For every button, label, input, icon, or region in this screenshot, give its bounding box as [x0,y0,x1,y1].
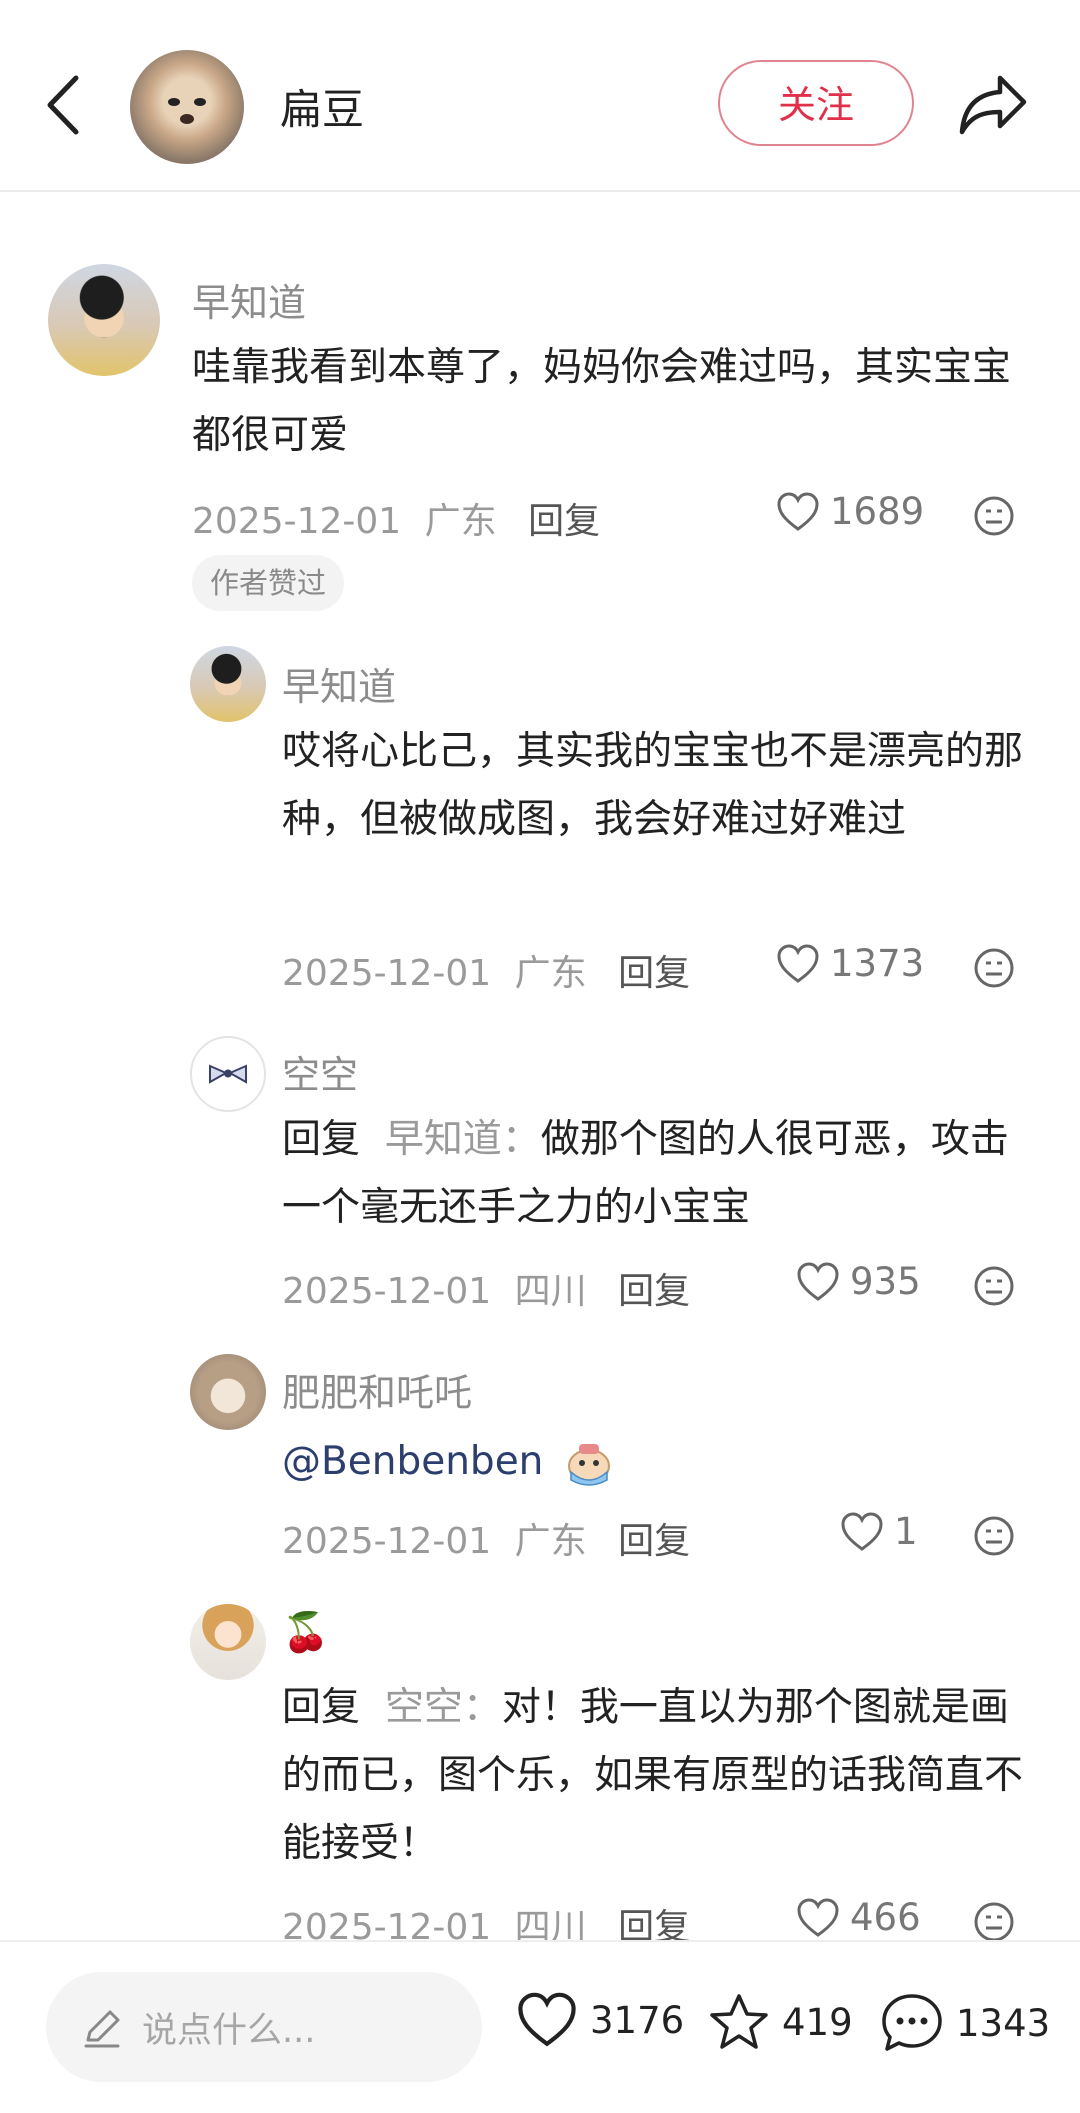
like-button[interactable]: 466 [796,1896,921,1939]
comment-date: 2025-12-01 [192,501,402,542]
author-liked-badge: 作者赞过 [192,555,345,611]
reply-target-name[interactable]: 早知道： [385,1117,541,1162]
commenter-name[interactable]: 🍒 [282,1610,329,1655]
comment-text[interactable]: 哇靠我看到本尊了，妈妈你会难过吗，其实宝宝都很可爱 [192,334,1042,470]
dislike-icon[interactable] [973,1265,1015,1307]
like-count: 466 [850,1896,921,1939]
like-count: 1689 [830,490,925,533]
heart-icon [777,491,819,531]
comment-text[interactable]: @Benbenben [282,1428,1042,1496]
heart-icon [777,943,819,983]
share-icon[interactable] [956,70,1030,140]
post-like-count: 3176 [590,1998,685,2042]
like-count: 935 [850,1260,921,1303]
comment-location: 四川 [514,1271,587,1312]
post-favorite-count: 419 [782,2000,853,2044]
like-button[interactable]: 1 [840,1510,918,1553]
commenter-avatar[interactable] [48,264,160,376]
commenter-name[interactable]: 肥肥和吒吒 [282,1362,472,1417]
comment-location: 广东 [514,1521,587,1562]
reply-button[interactable]: 回复 [528,501,600,542]
comment-input-placeholder: 说点什么... [142,2011,316,2051]
comment-location: 广东 [424,501,497,542]
reply-prefix: 回复 [282,1117,361,1162]
heart-icon [841,1511,883,1551]
comment-bubble-icon [882,1994,942,2051]
dislike-icon[interactable] [973,495,1015,537]
dislike-icon[interactable] [973,1515,1015,1557]
comment-meta: 2025-12-01 广东 回复 [192,492,600,544]
reply-prefix: 回复 [282,1685,361,1730]
mention-link[interactable]: @Benbenben [282,1428,543,1496]
heart-icon [797,1261,839,1301]
comment-location: 广东 [514,953,587,994]
follow-button[interactable]: 关注 [718,60,914,146]
reply-button[interactable]: 回复 [618,953,690,994]
commenter-avatar[interactable] [190,1036,266,1112]
bow-icon [209,1064,247,1084]
heart-icon [797,1897,839,1937]
comment-meta: 2025-12-01 四川 回复 [282,1262,690,1314]
commenter-avatar[interactable] [190,1604,266,1680]
post-favorite-button[interactable]: 419 [708,1992,853,2052]
comment-date: 2025-12-01 [282,1271,492,1312]
back-arrow-icon[interactable] [40,70,90,140]
reply-target-name[interactable]: 空空： [385,1685,502,1730]
comment-date: 2025-12-01 [282,1521,492,1562]
crying-emoji-icon [568,1444,611,1486]
comment-meta: 2025-12-01 广东 回复 [282,1512,690,1564]
commenter-name[interactable]: 空空 [282,1044,358,1099]
post-like-button[interactable]: 3176 [516,1992,684,2048]
dislike-icon[interactable] [973,1901,1015,1943]
like-button[interactable]: 935 [796,1260,921,1303]
bottom-action-bar: 说点什么... 3176 419 1343 [0,1940,1080,2113]
like-count: 1 [894,1510,918,1553]
like-count: 1373 [830,942,925,985]
like-button[interactable]: 1689 [776,490,924,533]
reply-button[interactable]: 回复 [618,1271,690,1312]
heart-icon [518,1992,576,2047]
comment-text[interactable]: 回复 空空：对！我一直以为那个图就是画的而已，图个乐，如果有原型的话我简直不能接… [282,1674,1042,1878]
author-name[interactable]: 扁豆 [280,76,364,137]
comment-meta: 2025-12-01 广东 回复 [282,944,690,996]
comment-text[interactable]: 哎将心比己，其实我的宝宝也不是漂亮的那种，但被做成图，我会好难过好难过 [282,718,1042,854]
commenter-avatar[interactable] [190,1354,266,1430]
comment-text[interactable]: 回复 早知道：做那个图的人很可恶，攻击一个毫无还手之力的小宝宝 [282,1106,1042,1242]
comment-input[interactable]: 说点什么... [46,1972,482,2082]
pencil-icon [84,2010,120,2048]
post-comment-button[interactable]: 1343 [880,1992,1050,2054]
like-button[interactable]: 1373 [776,942,924,985]
commenter-name[interactable]: 早知道 [192,272,306,327]
post-comment-count: 1343 [956,2001,1051,2045]
dislike-icon[interactable] [973,947,1015,989]
commenter-name[interactable]: 早知道 [282,656,396,711]
commenter-avatar[interactable] [190,646,266,722]
author-avatar[interactable] [130,50,244,164]
star-icon [710,1994,768,2049]
comment-date: 2025-12-01 [282,953,492,994]
top-bar: 扁豆 关注 [0,0,1080,192]
reply-button[interactable]: 回复 [618,1521,690,1562]
